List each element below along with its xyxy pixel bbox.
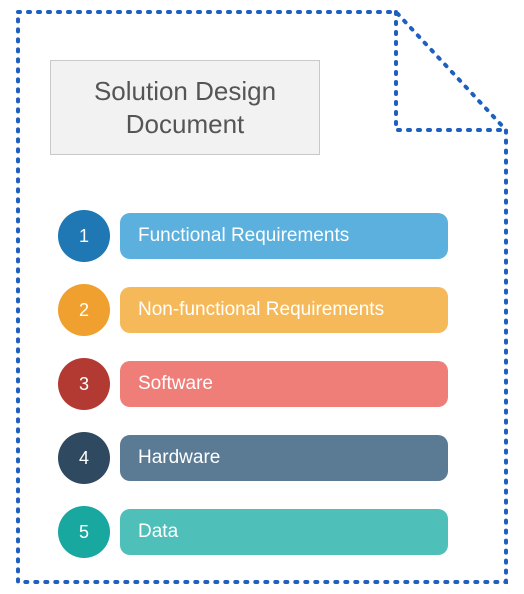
list-item: 3 Software: [58, 358, 458, 410]
document-title: Solution Design Document: [59, 75, 311, 140]
item-number-badge: 2: [58, 284, 110, 336]
list-item: 4 Hardware: [58, 432, 458, 484]
item-label-bar: Functional Requirements: [120, 213, 448, 259]
item-number-badge: 4: [58, 432, 110, 484]
title-box: Solution Design Document: [50, 60, 320, 155]
item-label-bar: Non-functional Requirements: [120, 287, 448, 333]
list-item: 5 Data: [58, 506, 458, 558]
item-number-badge: 3: [58, 358, 110, 410]
items-list: 1 Functional Requirements 2 Non-function…: [58, 210, 458, 580]
item-number-badge: 5: [58, 506, 110, 558]
item-number-badge: 1: [58, 210, 110, 262]
item-label-bar: Hardware: [120, 435, 448, 481]
list-item: 1 Functional Requirements: [58, 210, 458, 262]
item-label-bar: Software: [120, 361, 448, 407]
item-label-bar: Data: [120, 509, 448, 555]
list-item: 2 Non-functional Requirements: [58, 284, 458, 336]
